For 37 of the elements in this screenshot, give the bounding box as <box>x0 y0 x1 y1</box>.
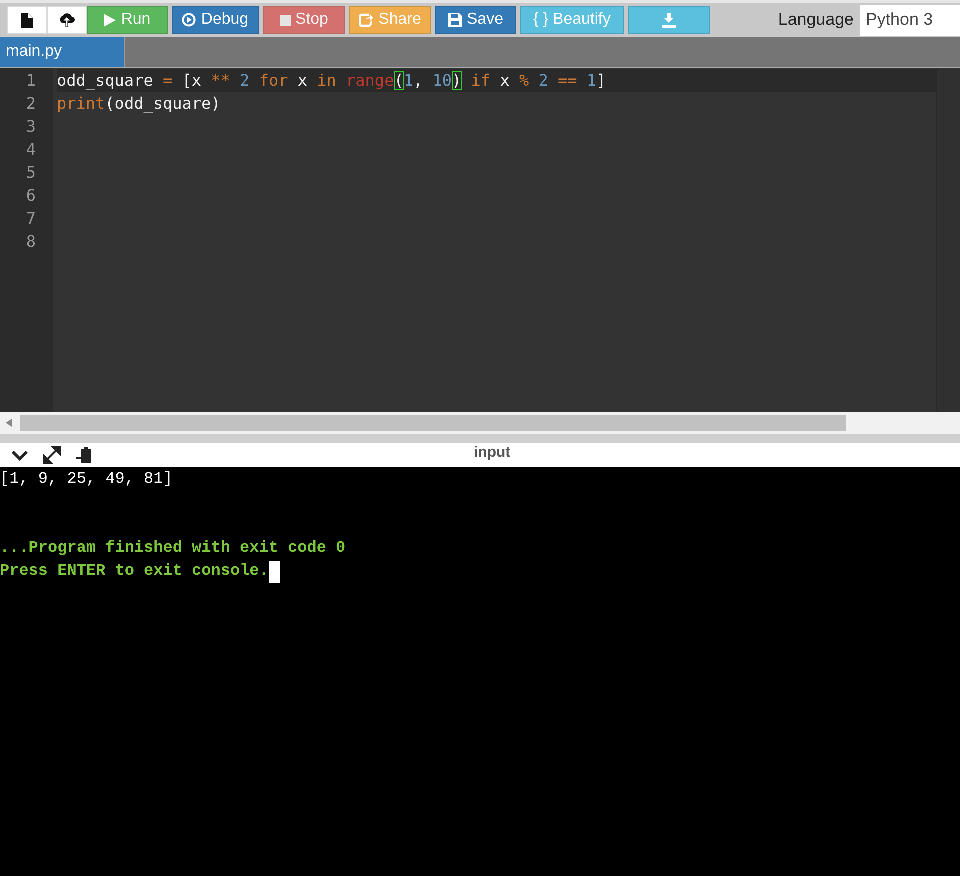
collapse-icon[interactable] <box>12 450 28 460</box>
file-tab[interactable]: main.py <box>0 37 125 67</box>
console-line: ...Program finished with exit code 0 <box>0 538 346 559</box>
cloud-upload-icon <box>58 13 76 27</box>
stop-icon <box>280 14 291 26</box>
debug-button[interactable]: Debug <box>172 6 259 34</box>
language-label: Language <box>778 10 854 30</box>
new-file-button[interactable] <box>7 6 47 34</box>
line-number: 7 <box>25 208 37 230</box>
download-button[interactable] <box>628 6 710 34</box>
console-line: [1, 9, 25, 49, 81] <box>0 469 173 490</box>
line-number: 5 <box>25 162 37 184</box>
horizontal-scrollbar[interactable] <box>0 412 960 434</box>
code-editor[interactable]: 1 2 3 4 5 6 7 8 odd_square = [x ** 2 for x in range(1, 10) if x % 2 == 1] print(odd_square) <box>0 68 960 412</box>
save-button[interactable]: Save <box>435 6 516 34</box>
console-line: Press ENTER to exit console. <box>0 561 269 582</box>
line-number: 3 <box>25 116 37 138</box>
upload-button[interactable] <box>47 6 87 34</box>
download-icon <box>660 12 677 28</box>
code-line: odd_square = [x ** 2 for x in range(1, 10) if x % 2 == 1] <box>57 71 606 90</box>
line-number: 8 <box>25 231 37 253</box>
console-title: input <box>474 443 511 463</box>
line-number: 1 <box>25 70 37 92</box>
expand-icon[interactable] <box>43 446 61 464</box>
code-line: print(odd_square) <box>57 94 221 113</box>
share-icon <box>358 13 374 27</box>
file-icon <box>21 12 33 28</box>
play-icon <box>104 14 116 26</box>
run-button[interactable]: Run <box>87 6 168 34</box>
line-number: 6 <box>25 185 37 207</box>
line-number: 2 <box>25 93 37 115</box>
language-select[interactable]: Python 3 <box>860 4 960 36</box>
play-circle-icon <box>182 13 196 27</box>
save-icon <box>448 13 462 27</box>
clipboard-icon[interactable] <box>76 446 92 464</box>
line-number: 4 <box>25 139 37 161</box>
scroll-left-icon[interactable] <box>6 419 12 427</box>
